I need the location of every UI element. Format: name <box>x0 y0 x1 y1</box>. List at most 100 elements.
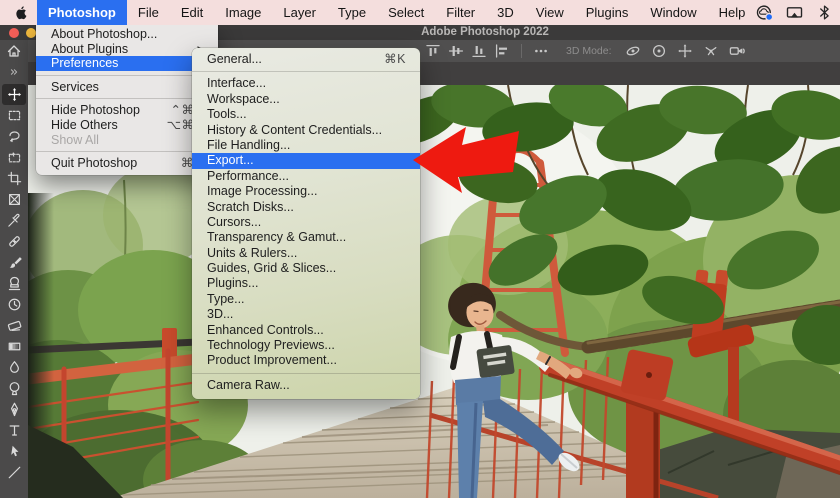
history-brush-tool[interactable] <box>2 294 26 315</box>
preferences-item-interface[interactable]: Interface... <box>192 76 420 91</box>
menubar-item-photoshop[interactable]: Photoshop <box>37 0 127 25</box>
photoshop-menu-item-about-photoshop[interactable]: About Photoshop... <box>36 27 218 42</box>
menubar-item-view[interactable]: View <box>525 0 575 25</box>
menu-item-label: Show All <box>51 132 99 147</box>
preferences-item-3d[interactable]: 3D... <box>192 307 420 322</box>
preferences-item-scratch-disks[interactable]: Scratch Disks... <box>192 200 420 215</box>
photoshop-menu-item-show-all: Show All <box>36 133 218 148</box>
home-icon[interactable] <box>6 43 22 59</box>
preferences-item-file-handling[interactable]: File Handling... <box>192 138 420 153</box>
menubar-item-type[interactable]: Type <box>327 0 377 25</box>
preferences-item-workspace[interactable]: Workspace... <box>192 92 420 107</box>
preferences-item-product-improvement[interactable]: Product Improvement... <box>192 353 420 368</box>
menubar-item-edit[interactable]: Edit <box>170 0 214 25</box>
photoshop-menu-separator <box>36 147 218 156</box>
menu-item-label: Image Processing... <box>207 184 318 199</box>
3d-slide-icon[interactable] <box>703 43 719 59</box>
menu-item-label: History & Content Credentials... <box>207 122 383 137</box>
menu-item-label: About Plugins <box>51 41 129 56</box>
photoshop-menu-item-hide-others[interactable]: Hide Others ⌥⌘H <box>36 118 218 133</box>
apple-menu-icon[interactable] <box>0 0 37 25</box>
distribute-vcenter-icon[interactable] <box>448 43 464 59</box>
preferences-item-cursors[interactable]: Cursors... <box>192 215 420 230</box>
preferences-item-technology-previews[interactable]: Technology Previews... <box>192 338 420 353</box>
menu-bar-items: Photoshop File Edit Image Layer Type Select Fil… <box>37 0 756 25</box>
menubar-item-layer[interactable]: Layer <box>272 0 327 25</box>
preferences-item-type[interactable]: Type... <box>192 292 420 307</box>
preferences-item-units-rulers[interactable]: Units & Rulers... <box>192 246 420 261</box>
distribute-top-icon[interactable] <box>425 43 441 59</box>
photoshop-menu-item-services[interactable]: Services▶ <box>36 80 218 95</box>
menu-item-label: General... <box>207 52 262 66</box>
line-tool[interactable] <box>2 462 26 483</box>
crop-tool[interactable] <box>2 168 26 189</box>
preferences-separator <box>192 369 420 378</box>
screen: Photoshop File Edit Image Layer Type Select Fil… <box>0 0 840 498</box>
photoshop-menu: About Photoshop...About Plugins▶Preferen… <box>36 25 218 175</box>
photoshop-menu-item-quit-photoshop[interactable]: Quit Photoshop⌘Q <box>36 156 218 171</box>
creative-cloud-icon[interactable] <box>756 4 774 21</box>
preferences-item-plugins[interactable]: Plugins... <box>192 276 420 291</box>
preferences-item-guides-grid-slices[interactable]: Guides, Grid & Slices... <box>192 261 420 276</box>
menubar-item-image[interactable]: Image <box>214 0 272 25</box>
3d-camera-icon[interactable] <box>729 43 745 59</box>
pen-tool[interactable] <box>2 399 26 420</box>
preferences-item-transparency-gamut[interactable]: Transparency & Gamut... <box>192 230 420 245</box>
photoshop-menu-item-preferences[interactable]: Preferences▶ <box>36 56 218 71</box>
preferences-item-export[interactable]: Export... <box>192 153 420 169</box>
menu-bar: Photoshop File Edit Image Layer Type Select Fil… <box>0 0 840 25</box>
lasso-tool[interactable] <box>2 126 26 147</box>
menubar-item-3d[interactable]: 3D <box>486 0 525 25</box>
options-divider <box>521 44 522 58</box>
menubar-item-file[interactable]: File <box>127 0 170 25</box>
eyedropper-tool[interactable] <box>2 210 26 231</box>
photoshop-menu-separator <box>36 94 218 103</box>
3d-orbit-icon[interactable] <box>625 43 641 59</box>
type-tool[interactable] <box>2 420 26 441</box>
move-tool[interactable] <box>2 84 26 105</box>
menubar-item-filter[interactable]: Filter <box>435 0 486 25</box>
preferences-submenu: General... ⌘K Interface... Workspace... Tool… <box>192 48 420 400</box>
options-3d-icons <box>625 43 745 59</box>
menu-item-label: 3D... <box>207 307 234 322</box>
preferences-item-camera-raw[interactable]: Camera Raw... <box>192 378 420 393</box>
eraser-tool[interactable] <box>2 315 26 336</box>
preferences-item-general[interactable]: General... ⌘K <box>192 52 420 67</box>
3d-pan-icon[interactable] <box>677 43 693 59</box>
gradient-tool[interactable] <box>2 336 26 357</box>
tool-bar <box>0 40 28 498</box>
expand-panel-icon[interactable] <box>8 66 20 78</box>
distribute-bottom-icon[interactable] <box>471 43 487 59</box>
options-left-icons <box>425 43 549 59</box>
bluetooth-icon[interactable] <box>816 4 833 21</box>
menubar-item-plugins[interactable]: Plugins <box>575 0 640 25</box>
photoshop-menu-item-hide-photoshop[interactable]: Hide Photoshop ⌃⌘H <box>36 103 218 118</box>
path-select-tool[interactable] <box>2 441 26 462</box>
preferences-item-history-content-credentials[interactable]: History & Content Credentials... <box>192 123 420 138</box>
object-selection-tool[interactable] <box>2 147 26 168</box>
dodge-tool[interactable] <box>2 378 26 399</box>
clone-stamp-tool[interactable] <box>2 273 26 294</box>
marquee-tool[interactable] <box>2 105 26 126</box>
menu-item-label: Hide Photoshop <box>51 103 140 118</box>
menubar-item-window[interactable]: Window <box>639 0 707 25</box>
more-icon[interactable] <box>533 43 549 59</box>
menubar-item-help[interactable]: Help <box>708 0 757 25</box>
menubar-item-select[interactable]: Select <box>377 0 435 25</box>
photoshop-menu-item-about-plugins[interactable]: About Plugins▶ <box>36 42 218 57</box>
brush-tool[interactable] <box>2 252 26 273</box>
menu-item-label: Preferences <box>51 56 119 71</box>
preferences-item-enhanced-controls[interactable]: Enhanced Controls... <box>192 323 420 338</box>
frame-tool[interactable] <box>2 189 26 210</box>
blur-tool[interactable] <box>2 357 26 378</box>
healing-tool[interactable] <box>2 231 26 252</box>
preferences-item-tools[interactable]: Tools... <box>192 107 420 122</box>
3d-roll-icon[interactable] <box>651 43 667 59</box>
menu-item-label: Camera Raw... <box>207 377 290 392</box>
preferences-separator <box>192 67 420 76</box>
screen-mirroring-icon[interactable] <box>786 4 803 21</box>
menu-item-label: Interface... <box>207 76 267 91</box>
preferences-item-performance[interactable]: Performance... <box>192 169 420 184</box>
preferences-item-image-processing[interactable]: Image Processing... <box>192 184 420 199</box>
distribute-left-icon[interactable] <box>494 43 510 59</box>
